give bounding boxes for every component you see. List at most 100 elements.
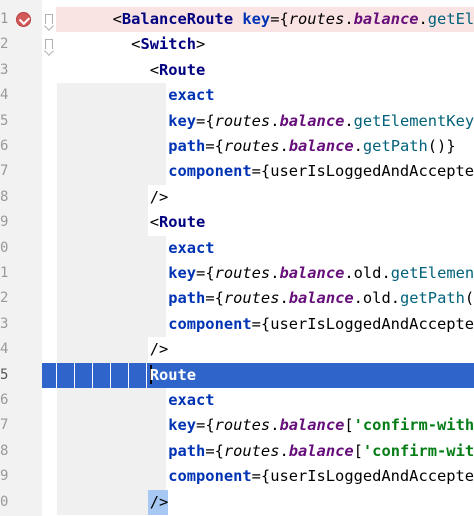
code-text: Route	[149, 363, 197, 388]
code-editor[interactable]: 1 <BalanceRoute key={routes.balance.getEl…	[0, 0, 474, 516]
code-line[interactable]: 5 Route	[0, 362, 474, 388]
code-token: .	[390, 289, 400, 308]
code-token: component	[168, 162, 252, 181]
code-token: balance	[279, 111, 345, 130]
code-token: .	[418, 10, 428, 28]
code-text: path={routes.balance.getPath()}	[168, 134, 455, 159]
indent-background	[57, 159, 167, 185]
code-line[interactable]: 3 <Route	[0, 58, 474, 83]
line-number: 8	[0, 442, 9, 459]
code-text: exact	[168, 83, 214, 108]
line-number: 7	[0, 163, 9, 180]
code-token: .	[353, 137, 363, 155]
code-token: ={	[205, 289, 224, 308]
line-number: 5	[0, 112, 9, 129]
line-number: 4	[0, 87, 9, 104]
indent-background	[57, 83, 167, 109]
code-token: .	[344, 10, 354, 28]
code-line[interactable]: 0 exact	[0, 235, 474, 261]
line-number: 3	[0, 61, 9, 78]
code-line[interactable]: 9 component={userIsLoggedAndAccepted	[0, 464, 474, 490]
code-text: exact	[168, 236, 214, 261]
indent-guide	[74, 362, 75, 388]
code-line[interactable]: 1 key={routes.balance.old.getElement	[0, 261, 474, 287]
indent-background	[57, 311, 167, 338]
code-token: Route	[158, 60, 206, 79]
code-token: .	[381, 264, 391, 282]
code-token: balance	[288, 441, 354, 460]
code-token: />	[149, 492, 169, 511]
code-line[interactable]: 2 <Switch>	[0, 32, 474, 57]
code-line[interactable]: 1 <BalanceRoute key={routes.balance.getEl…	[0, 7, 474, 33]
breakpoint-check-icon[interactable]	[16, 12, 31, 27]
code-token: component	[168, 314, 252, 333]
code-text: key={routes.balance['confirm-withd	[168, 413, 474, 438]
line-number: 4	[0, 341, 9, 358]
code-text: />	[150, 185, 169, 210]
code-token: key	[168, 416, 197, 435]
indent-background	[57, 210, 148, 236]
code-token: getPath	[400, 289, 465, 308]
code-text: path={routes.balance['confirm-with	[168, 439, 474, 464]
code-line[interactable]: 4 />	[0, 337, 474, 363]
code-token: ={	[196, 264, 215, 282]
code-line[interactable]: 0 />	[0, 489, 474, 515]
code-line[interactable]: 9 <Route	[0, 210, 474, 236]
code-line[interactable]: 2path={routes.balance.old.getPath()	[0, 286, 474, 312]
code-line[interactable]: 6 exact	[0, 388, 474, 414]
code-line[interactable]: 7 key={routes.balance['confirm-withd	[0, 413, 474, 439]
indent-guide	[128, 362, 129, 388]
code-token: routes	[214, 264, 271, 282]
line-number: 0	[0, 493, 9, 510]
code-token: routes	[223, 289, 280, 308]
code-token: path	[168, 289, 206, 308]
code-token: component	[168, 467, 252, 486]
line-number: 0	[0, 239, 9, 256]
code-line[interactable]: 8 path={routes.balance['confirm-with	[0, 438, 474, 465]
code-token: <	[112, 10, 122, 28]
indent-background	[57, 413, 167, 439]
code-token: getEle	[427, 10, 474, 28]
code-line[interactable]: 6 path={routes.balance.getPath()}	[0, 134, 474, 160]
code-line[interactable]: 4 exact	[0, 83, 474, 109]
code-token: balance	[279, 264, 345, 282]
code-text: <BalanceRoute key={routes.balance.getEle	[113, 7, 474, 32]
indent-guide	[56, 362, 57, 388]
code-token: old	[362, 289, 391, 308]
line-number: 2	[0, 36, 9, 53]
code-token: ()	[464, 289, 474, 308]
code-token: userIsLoggedAndAccepted	[270, 467, 474, 486]
line-number: 5	[0, 366, 9, 383]
code-text: />	[150, 337, 169, 362]
code-token: .	[344, 111, 354, 130]
line-number: 6	[0, 392, 9, 408]
code-token: balance	[353, 10, 419, 28]
line-number: 1	[0, 11, 9, 27]
code-token: Route	[149, 365, 197, 384]
indent-background	[57, 489, 148, 515]
code-token: />	[149, 187, 169, 206]
indent-guide	[146, 362, 147, 388]
fold-marker-icon[interactable]	[45, 14, 53, 24]
code-line[interactable]: 5 key={routes.balance.getElementKey(	[0, 108, 474, 134]
code-line[interactable]: 3 component={userIsLoggedAndAccepted	[0, 311, 474, 338]
fold-marker-icon[interactable]	[45, 39, 53, 50]
code-text: component={userIsLoggedAndAccepted	[168, 312, 474, 337]
code-token: routes	[223, 441, 280, 460]
code-token: ={	[251, 162, 271, 181]
code-token: exact	[168, 86, 215, 105]
code-token: routes	[214, 111, 271, 130]
code-token: userIsLoggedAndAccepted	[270, 314, 474, 333]
code-token: exact	[168, 238, 215, 257]
line-number: 3	[0, 315, 9, 332]
code-token: key	[168, 264, 197, 282]
code-token: userIsLoggedAndAccepted	[270, 162, 474, 181]
code-token: balance	[279, 416, 345, 435]
code-text: exact	[168, 388, 214, 413]
code-token: ={	[205, 441, 224, 460]
code-line[interactable]: 7 component={userIsLoggedAndAccepted	[0, 159, 474, 185]
code-token: getPath	[362, 137, 428, 155]
code-line[interactable]: 8 />	[0, 184, 474, 211]
code-token: getElementKey	[353, 111, 474, 130]
code-token: 'confirm-with	[362, 441, 474, 460]
